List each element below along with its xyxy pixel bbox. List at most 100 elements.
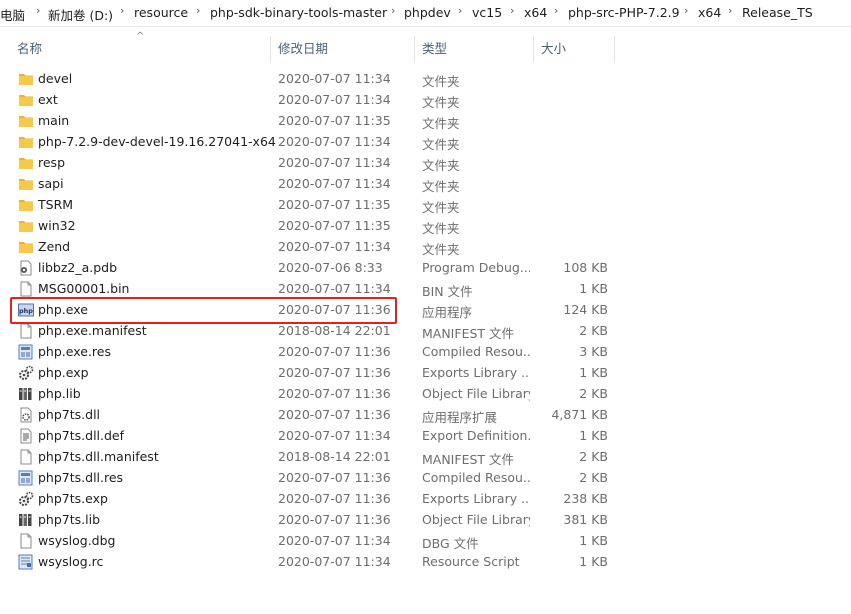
- column-header-name[interactable]: 名称: [17, 34, 42, 62]
- file-row[interactable]: php7ts.dll.def 2020-07-07 11:34 Export Def…: [0, 425, 851, 446]
- file-size: 2 KB: [579, 386, 608, 401]
- chevron-right-icon[interactable]: ›: [391, 4, 395, 17]
- chevron-right-icon[interactable]: ›: [36, 4, 40, 17]
- column-header-type[interactable]: 类型: [422, 34, 447, 62]
- file-name: php7ts.dll.def: [38, 428, 125, 443]
- folder-row[interactable]: devel 2020-07-07 11:34 文件夹: [0, 68, 851, 89]
- folder-row[interactable]: main 2020-07-07 11:35 文件夹: [0, 110, 851, 131]
- column-header-date[interactable]: 修改日期: [278, 34, 328, 62]
- library-file-icon: [18, 386, 34, 402]
- file-row[interactable]: php7ts.dll.res 2020-07-07 11:36 Compiled R…: [0, 467, 851, 488]
- file-date: 2020-07-07 11:34: [278, 533, 391, 548]
- file-date: 2020-07-07 11:34: [278, 281, 391, 296]
- breadcrumb-item-vc15[interactable]: vc15: [472, 5, 502, 20]
- file-name: resp: [38, 155, 66, 170]
- folder-icon: [18, 113, 34, 129]
- folder-icon: [18, 197, 34, 213]
- file-row[interactable]: wsyslog.rc 2020-07-07 11:34 Resource Scrip…: [0, 551, 851, 572]
- file-row[interactable]: wsyslog.dbg 2020-07-07 11:34 DBG 文件 1 KB: [0, 530, 851, 551]
- folder-icon: [18, 134, 34, 150]
- file-row[interactable]: php7ts.lib 2020-07-07 11:36 Object File Li…: [0, 509, 851, 530]
- sort-ascending-icon: ^: [136, 31, 145, 42]
- folder-row[interactable]: resp 2020-07-07 11:34 文件夹: [0, 152, 851, 173]
- column-divider[interactable]: [270, 36, 271, 62]
- chevron-right-icon[interactable]: ›: [196, 4, 200, 17]
- file-size: 2 KB: [579, 323, 608, 338]
- breadcrumb-item-php-src[interactable]: php-src-PHP-7.2.9: [568, 5, 680, 20]
- file-date: 2020-07-07 11:36: [278, 365, 391, 380]
- file-size: 4,871 KB: [551, 407, 608, 422]
- file-row[interactable]: libbz2_a.pdb 2020-07-06 8:33 Program Debug…: [0, 257, 851, 278]
- file-type: 文件夹: [422, 179, 460, 194]
- file-row[interactable]: php7ts.dll.manifest 2018-08-14 22:01 MANIF…: [0, 446, 851, 467]
- file-type: Exports Library ...: [422, 491, 530, 506]
- file-type: Exports Library ...: [422, 365, 530, 380]
- breadcrumb-item-x64-2[interactable]: x64: [698, 5, 721, 20]
- column-divider[interactable]: [414, 36, 415, 62]
- folder-icon: [18, 218, 34, 234]
- breadcrumb-item-phpdev[interactable]: phpdev: [404, 5, 451, 20]
- dll-file-icon: [18, 407, 34, 423]
- file-type: 文件夹: [422, 221, 460, 236]
- file-row[interactable]: php.lib 2020-07-07 11:36 Object File Libra…: [0, 383, 851, 404]
- breadcrumb-item-this-pc[interactable]: 电脑: [0, 5, 25, 24]
- file-type: 文件夹: [422, 95, 460, 110]
- file-name: MSG00001.bin: [38, 281, 130, 296]
- breadcrumb-item-sdk[interactable]: php-sdk-binary-tools-master: [210, 5, 387, 20]
- file-name: php-7.2.9-dev-devel-19.16.27041-x64: [38, 134, 276, 149]
- folder-row[interactable]: Zend 2020-07-07 11:34 文件夹: [0, 236, 851, 257]
- file-row[interactable]: MSG00001.bin 2020-07-07 11:34 BIN 文件 1 KB: [0, 278, 851, 299]
- file-type: DBG 文件: [422, 536, 479, 551]
- chevron-right-icon[interactable]: ›: [684, 4, 688, 17]
- chevron-right-icon[interactable]: ›: [728, 4, 732, 17]
- chevron-right-icon[interactable]: ›: [120, 4, 124, 17]
- file-row[interactable]: php.exe.manifest 2018-08-14 22:01 MANIFEST…: [0, 320, 851, 341]
- file-type: 文件夹: [422, 158, 460, 173]
- file-date: 2020-07-07 11:36: [278, 386, 391, 401]
- file-type: Object File Library: [422, 386, 530, 401]
- chevron-right-icon[interactable]: ›: [510, 4, 514, 17]
- file-type: 文件夹: [422, 242, 460, 257]
- file-size: 124 KB: [563, 302, 608, 317]
- file-type: Compiled Resou...: [422, 344, 530, 359]
- file-row[interactable]: php php.exe 2020-07-07 11:36 应用程序 124 KB: [0, 299, 851, 320]
- file-date: 2020-07-06 8:33: [278, 260, 383, 275]
- folder-row[interactable]: php-7.2.9-dev-devel-19.16.27041-x64 2020-…: [0, 131, 851, 152]
- breadcrumb-item-x64[interactable]: x64: [524, 5, 547, 20]
- file-type: 文件夹: [422, 116, 460, 131]
- file-size: 1 KB: [579, 365, 608, 380]
- column-header-size[interactable]: 大小: [541, 34, 566, 62]
- column-divider[interactable]: [533, 36, 534, 62]
- file-row[interactable]: php.exe.res 2020-07-07 11:36 Compiled Reso…: [0, 341, 851, 362]
- file-name: Zend: [38, 239, 71, 254]
- folder-icon: [18, 71, 34, 87]
- resource-file-icon: [18, 470, 34, 486]
- file-size: 1 KB: [579, 533, 608, 548]
- file-date: 2020-07-07 11:34: [278, 155, 391, 170]
- file-row[interactable]: php7ts.dll 2020-07-07 11:36 应用程序扩展 4,871 KB: [0, 404, 851, 425]
- folder-row[interactable]: sapi 2020-07-07 11:34 文件夹: [0, 173, 851, 194]
- file-row[interactable]: php7ts.exp 2020-07-07 11:36 Exports Librar…: [0, 488, 851, 509]
- file-name: php7ts.exp: [38, 491, 108, 506]
- folder-icon: [18, 239, 34, 255]
- php-exe-icon: php: [18, 302, 34, 318]
- breadcrumb-item-resource[interactable]: resource: [134, 5, 188, 20]
- file-size: 1 KB: [579, 554, 608, 569]
- chevron-right-icon[interactable]: ›: [458, 4, 462, 17]
- gears-file-icon: [18, 491, 34, 507]
- column-divider[interactable]: [614, 36, 615, 62]
- file-date: 2020-07-07 11:34: [278, 92, 391, 107]
- file-row[interactable]: php.exp 2020-07-07 11:36 Exports Library .…: [0, 362, 851, 383]
- folder-row[interactable]: TSRM 2020-07-07 11:35 文件夹: [0, 194, 851, 215]
- file-date: 2020-07-07 11:34: [278, 71, 391, 86]
- file-size: 381 KB: [563, 512, 608, 527]
- folder-row[interactable]: win32 2020-07-07 11:35 文件夹: [0, 215, 851, 236]
- breadcrumb-item-release-ts[interactable]: Release_TS: [742, 5, 813, 20]
- file-size: 108 KB: [563, 260, 608, 275]
- breadcrumb-item-drive[interactable]: 新加卷 (D:): [48, 5, 113, 24]
- folder-icon: [18, 155, 34, 171]
- folder-row[interactable]: ext 2020-07-07 11:34 文件夹: [0, 89, 851, 110]
- file-type: Program Debug...: [422, 260, 530, 275]
- blank-file-icon: [18, 323, 34, 339]
- chevron-right-icon[interactable]: ›: [554, 4, 558, 17]
